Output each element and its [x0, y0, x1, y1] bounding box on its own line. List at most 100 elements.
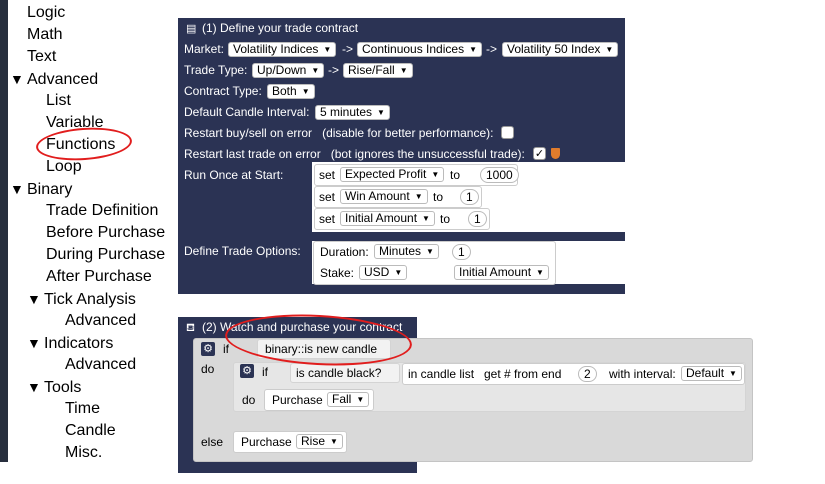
caret-down-icon: ▼ [399, 66, 408, 75]
arrow-text: -> [486, 42, 498, 56]
do-keyword: do [201, 362, 215, 376]
run-once-label: Run Once at Start: [184, 168, 284, 182]
toolbox-sidebar: Logic Math Text ▼ Advanced List Variable … [0, 0, 168, 484]
category-indicators-advanced[interactable]: Advanced [65, 354, 136, 376]
arrow-text: -> [328, 63, 340, 77]
caret-down-icon: ▼ [431, 170, 440, 179]
submarket-dropdown[interactable]: Continuous Indices ▼ [357, 42, 482, 57]
category-tick-advanced[interactable]: Advanced [65, 310, 136, 332]
category-math[interactable]: Math [27, 24, 63, 46]
to-word: to [450, 168, 461, 182]
caret-down-icon: ▼ [311, 66, 320, 75]
stake-currency-dropdown[interactable]: USD ▼ [359, 265, 408, 280]
caret-down-icon: ▼ [605, 45, 614, 54]
gear-icon[interactable]: ⚙ [201, 342, 215, 356]
restart-error-label: Restart buy/sell on error (disable for b… [184, 126, 494, 140]
contract-type-dropdown[interactable]: Both ▼ [267, 84, 315, 99]
gear-icon[interactable]: ⚙ [240, 364, 254, 378]
stake-amount-dropdown[interactable]: Initial Amount ▼ [454, 265, 549, 280]
trade-options-label: Define Trade Options: [184, 244, 301, 258]
caret-down-icon: ▼ [422, 214, 430, 223]
category-indicators[interactable]: ▼ Indicators [27, 332, 113, 354]
caret-down-icon: ▼ [729, 369, 737, 378]
candle-list-label: in candle list [408, 367, 475, 381]
index-input[interactable]: 2 [578, 366, 597, 382]
trade-definition-divider [312, 232, 625, 241]
trade-type-dropdown[interactable]: Rise/Fall ▼ [343, 63, 413, 78]
restart-last-label: Restart last trade on error (bot ignores… [184, 147, 525, 161]
cart-icon: ⛾ [186, 322, 195, 334]
variable-dropdown-initial-amount[interactable]: Initial Amount ▼ [340, 211, 435, 226]
stake-label: Stake: [320, 266, 355, 280]
category-misc[interactable]: Misc. [65, 442, 102, 464]
category-time[interactable]: Time [65, 398, 100, 420]
purchase-label: Purchase [241, 435, 292, 449]
number-input-expected-profit[interactable]: 1000 [480, 167, 519, 183]
purchase-fall-dropdown[interactable]: Fall ▼ [327, 392, 370, 407]
do-keyword: do [242, 393, 256, 407]
to-word: to [433, 190, 444, 204]
candle-interval-dropdown[interactable]: 5 minutes ▼ [315, 105, 390, 120]
to-word: to [440, 212, 451, 226]
category-text[interactable]: Text [27, 46, 56, 68]
caret-down-icon: ▼ [394, 268, 403, 277]
contract-type-label: Contract Type: [184, 84, 262, 98]
caret-down-icon: ▼ [536, 268, 544, 277]
category-logic[interactable]: Logic [27, 2, 65, 24]
variable-dropdown-win-amount[interactable]: Win Amount ▼ [340, 189, 428, 204]
arrow-text: -> [342, 42, 354, 56]
else-keyword: else [201, 435, 224, 449]
toolbox-edge [0, 0, 8, 462]
caret-down-icon: ▼ [426, 247, 434, 256]
category-binary[interactable]: ▼ Binary [10, 178, 72, 200]
category-during-purchase[interactable]: During Purchase [46, 244, 165, 266]
caret-down-icon: ▼ [414, 192, 423, 201]
expand-arrow-icon: ▼ [10, 181, 24, 197]
trade-type-label: Trade Type: [184, 63, 248, 77]
trade-type-category-dropdown[interactable]: Up/Down ▼ [252, 63, 325, 78]
inner-condition-label: is candle black? [296, 366, 382, 380]
caret-down-icon: ▼ [323, 45, 332, 54]
duration-value-input[interactable]: 1 [452, 244, 471, 260]
document-icon: ▤ [186, 23, 197, 35]
get-from-end-label: get # from end [484, 367, 562, 381]
category-after-purchase[interactable]: After Purchase [46, 266, 152, 288]
trade-definition-footer [312, 284, 625, 294]
category-before-purchase[interactable]: Before Purchase [46, 222, 165, 244]
if-keyword: if [262, 365, 268, 379]
condition-label: binary::is new candle [265, 342, 378, 356]
caret-down-icon: ▼ [301, 87, 310, 96]
restart-last-checkbox[interactable]: ✓ [533, 147, 546, 160]
duration-unit-dropdown[interactable]: Minutes ▼ [374, 244, 439, 259]
set-word: set [319, 168, 336, 182]
if-keyword: if [223, 342, 229, 356]
watch-purchase-header[interactable]: ⛾ (2) Watch and purchase your contract [178, 317, 417, 337]
number-input-win-amount[interactable]: 1 [460, 189, 479, 205]
with-interval-label: with interval: [609, 367, 676, 381]
set-word: set [319, 190, 336, 204]
category-functions[interactable]: Functions [46, 134, 115, 156]
market-dropdown[interactable]: Volatility Indices ▼ [228, 42, 337, 57]
category-advanced[interactable]: ▼ Advanced [10, 68, 98, 90]
category-tools[interactable]: ▼ Tools [27, 376, 81, 398]
category-loop[interactable]: Loop [46, 156, 82, 178]
category-tick-analysis[interactable]: ▼ Tick Analysis [27, 288, 136, 310]
variable-dropdown-expected-profit[interactable]: Expected Profit ▼ [340, 167, 445, 182]
candle-interval-label: Default Candle Interval: [184, 105, 310, 119]
category-variable[interactable]: Variable [46, 112, 104, 134]
purchase-label: Purchase [272, 393, 323, 407]
caret-down-icon: ▼ [469, 45, 477, 54]
expand-arrow-icon: ▼ [27, 335, 41, 351]
category-trade-definition[interactable]: Trade Definition [46, 200, 158, 222]
expand-arrow-icon: ▼ [10, 71, 24, 87]
caret-down-icon: ▼ [330, 437, 338, 446]
category-list[interactable]: List [46, 90, 71, 112]
interval-dropdown[interactable]: Default ▼ [681, 366, 742, 381]
category-candle[interactable]: Candle [65, 420, 116, 442]
restart-error-checkbox[interactable] [501, 126, 514, 139]
symbol-dropdown[interactable]: Volatility 50 Index ▼ [502, 42, 619, 57]
number-input-initial-amount[interactable]: 1 [468, 211, 487, 227]
trade-definition-header[interactable]: ▤ (1) Define your trade contract [178, 18, 625, 38]
purchase-rise-dropdown[interactable]: Rise ▼ [296, 434, 343, 449]
shield-icon [551, 148, 560, 159]
